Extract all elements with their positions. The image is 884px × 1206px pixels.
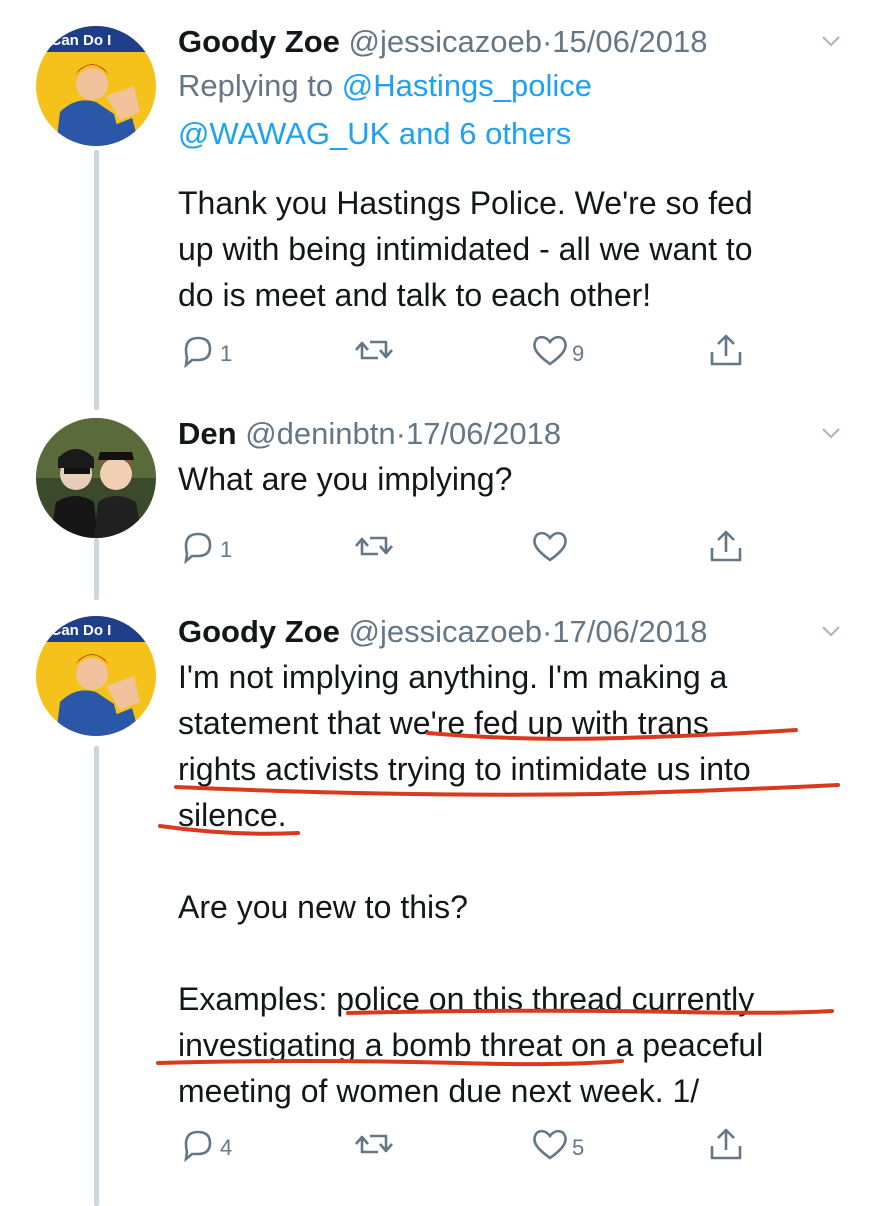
avatar[interactable]: e Can Do I <box>36 616 156 736</box>
tweet-body: Goody Zoe @jessicazoeb·15/06/2018 Replyi… <box>178 22 848 318</box>
tweet-body: Goody Zoe @jessicazoeb·17/06/2018 I'm no… <box>178 612 848 1114</box>
separator: · <box>395 416 406 451</box>
tweet-text-line: meeting of women due next week. 1/ <box>178 1073 700 1109</box>
tweet-text: I'm not implying anything. I'm making a … <box>178 654 848 1114</box>
tweet-1[interactable]: e Can Do I Goody Zoe @jessicazoeb·15/06/… <box>0 0 884 410</box>
retweet-icon <box>355 1134 393 1154</box>
tweet-date[interactable]: 17/06/2018 <box>552 614 707 649</box>
retweet-button[interactable] <box>354 1124 396 1164</box>
share-icon <box>710 1128 742 1160</box>
reply-icon <box>184 336 212 368</box>
tweet-3[interactable]: e Can Do I Goody Zoe @jessicazoeb·17/06/… <box>0 600 884 1206</box>
tweet-text-line: investigating a bomb threat on a peacefu… <box>178 1027 764 1063</box>
tweet-text: Thank you Hastings Police. We're so fed … <box>178 180 848 318</box>
tweet-text-line: silence. <box>178 797 287 833</box>
reply-count: 4 <box>220 1135 233 1160</box>
retweet-button[interactable] <box>354 526 396 566</box>
avatar-caption: e Can Do I <box>38 32 111 49</box>
tweet-actions: 1 9 <box>178 330 758 370</box>
user-handle[interactable]: @deninbtn <box>245 416 395 451</box>
chevron-down-icon[interactable] <box>820 30 842 52</box>
replying-to-prefix: Replying to <box>178 68 334 103</box>
tweet-header: Goody Zoe @jessicazoeb·17/06/2018 <box>178 612 848 652</box>
tweet-text-line: Thank you Hastings Police. We're so fed <box>178 185 753 221</box>
tweet-body: Den @deninbtn·17/06/2018 What are you im… <box>178 414 848 502</box>
heart-icon <box>533 1129 567 1160</box>
reply-icon <box>184 532 212 564</box>
tweet-text-line: Examples: police on this thread currentl… <box>178 981 755 1017</box>
reply-icon <box>184 1130 212 1162</box>
separator: · <box>541 24 553 59</box>
reply-count: 1 <box>220 341 233 366</box>
heart-icon <box>533 531 567 562</box>
share-button[interactable] <box>706 330 746 370</box>
avatar[interactable] <box>36 418 156 538</box>
display-name[interactable]: Goody Zoe <box>178 614 340 649</box>
tweet-text-line <box>178 838 848 884</box>
share-icon <box>710 530 742 562</box>
avatar[interactable]: e Can Do I <box>36 26 156 146</box>
tweet-text-line: up with being intimidated - all we want … <box>178 231 753 267</box>
share-icon <box>710 334 742 366</box>
tweet-actions: 4 5 <box>178 1124 758 1164</box>
retweet-icon <box>355 340 393 360</box>
tweet-text-line: What are you implying? <box>178 461 513 497</box>
display-name[interactable]: Den <box>178 416 237 451</box>
tweet-header: Den @deninbtn·17/06/2018 <box>178 414 848 454</box>
separator: · <box>541 614 553 649</box>
retweet-button[interactable] <box>354 330 396 370</box>
replying-to: Replying to @Hastings_police <box>178 62 848 110</box>
replying-to-mention[interactable]: @Hastings_police <box>342 68 592 103</box>
reply-button[interactable]: 1 <box>178 330 232 370</box>
tweet-text-line: Are you new to this? <box>178 889 468 925</box>
reply-button[interactable]: 1 <box>178 526 232 566</box>
like-button[interactable] <box>530 526 572 566</box>
tweet-header: Goody Zoe @jessicazoeb·15/06/2018 <box>178 22 848 62</box>
share-button[interactable] <box>706 1124 746 1164</box>
reply-count: 1 <box>220 537 233 562</box>
tweet-text-line: rights activists trying to intimidate us… <box>178 751 751 787</box>
display-name[interactable]: Goody Zoe <box>178 24 340 59</box>
tweet-text: What are you implying? <box>178 456 848 502</box>
thread-line <box>94 538 99 600</box>
avatar-caption: e Can Do I <box>38 622 111 639</box>
chevron-down-icon[interactable] <box>820 422 842 444</box>
chevron-down-icon[interactable] <box>820 620 842 642</box>
replying-to-others[interactable]: @WAWAG_UK and 6 others <box>178 110 848 158</box>
reply-button[interactable]: 4 <box>178 1124 232 1164</box>
thread-line <box>94 392 99 408</box>
tweet-text-line <box>178 930 848 976</box>
retweet-icon <box>355 536 393 556</box>
like-button[interactable]: 9 <box>530 330 584 370</box>
share-button[interactable] <box>706 526 746 566</box>
heart-icon <box>533 335 567 366</box>
thread-line <box>94 746 99 1206</box>
tweet-text-line: do is meet and talk to each other! <box>178 277 652 313</box>
user-handle[interactable]: @jessicazoeb <box>349 614 542 649</box>
thread-line <box>94 150 99 410</box>
user-handle[interactable]: @jessicazoeb <box>349 24 542 59</box>
tweet-actions: 1 <box>178 526 758 566</box>
like-count: 5 <box>572 1135 585 1160</box>
tweet-date[interactable]: 15/06/2018 <box>552 24 707 59</box>
tweet-text-line: I'm not implying anything. I'm making a <box>178 659 728 695</box>
tweet-2[interactable]: Den @deninbtn·17/06/2018 What are you im… <box>0 392 884 600</box>
like-count: 9 <box>572 341 585 366</box>
tweet-date[interactable]: 17/06/2018 <box>406 416 561 451</box>
tweet-text-line: statement that we're fed up with trans <box>178 705 709 741</box>
like-button[interactable]: 5 <box>530 1124 584 1164</box>
